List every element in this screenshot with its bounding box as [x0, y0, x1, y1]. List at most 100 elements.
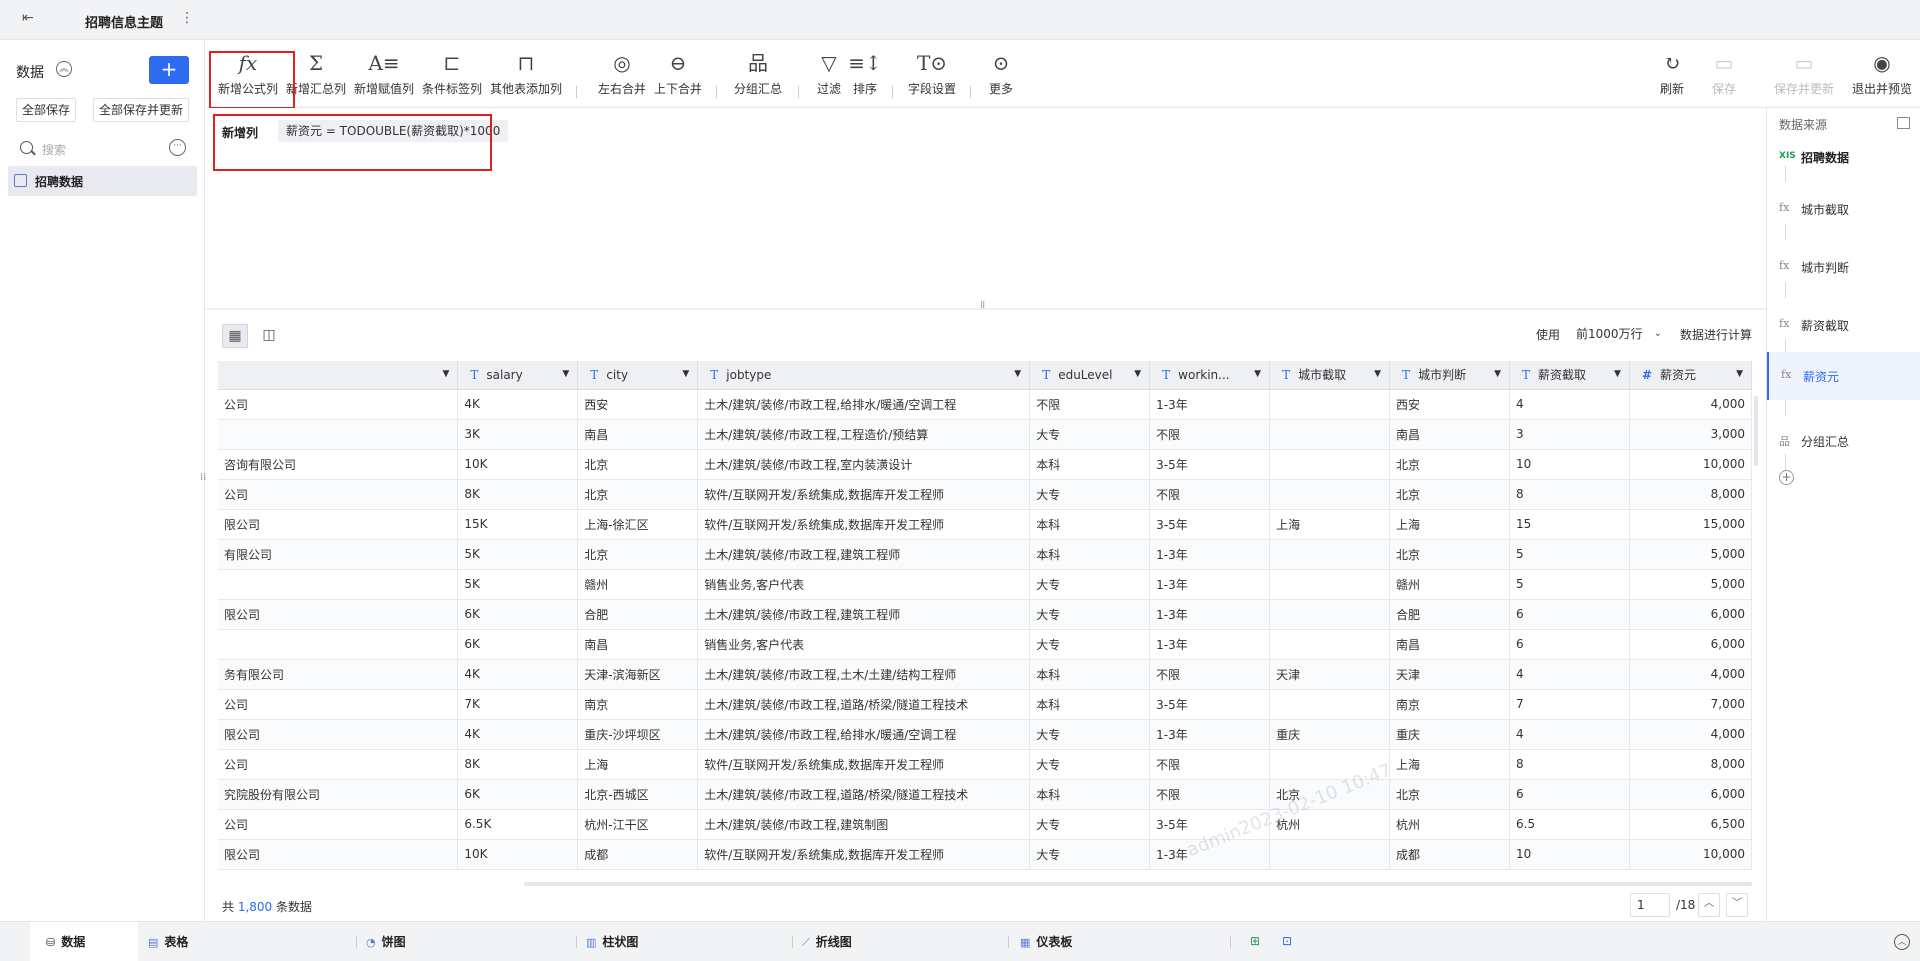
save-button[interactable]: ▭ 保存 [1706, 50, 1742, 102]
table-cell[interactable]: 公司 [218, 809, 459, 840]
table-cell[interactable]: 6 [1509, 599, 1630, 630]
table-cell[interactable]: 北京 [577, 539, 699, 570]
table-cell[interactable] [1269, 389, 1391, 420]
column-resize-handle[interactable]: ⁞⁞ [200, 472, 206, 483]
table-cell[interactable]: 不限 [1149, 659, 1271, 690]
table-cell[interactable]: 公司 [218, 479, 459, 510]
table-cell[interactable]: 1-3年 [1149, 719, 1271, 750]
add-dataset-button[interactable]: + [149, 56, 189, 84]
column-header[interactable]: Tjobtype ▼ [697, 361, 1031, 390]
table-cell[interactable]: 4,000 [1629, 389, 1752, 420]
column-menu-icon[interactable]: ▼ [1134, 369, 1141, 379]
table-cell[interactable]: 10K [457, 449, 579, 480]
refresh-button[interactable]: ↻ 刷新 [1654, 50, 1690, 102]
table-cell[interactable]: 大专 [1029, 749, 1151, 780]
merge-left-right-button[interactable]: ◎ 左右合并 [596, 50, 648, 102]
table-cell[interactable] [1269, 839, 1391, 870]
table-cell[interactable]: 限公司 [218, 719, 459, 750]
next-page-button[interactable]: ﹀ [1726, 893, 1748, 917]
table-cell[interactable]: 上海 [1269, 509, 1391, 540]
exit-preview-button[interactable]: ◉ 退出并预览 [1850, 50, 1914, 102]
save-update-button[interactable]: ▭ 保存并更新 [1772, 50, 1836, 102]
table-cell[interactable]: 8,000 [1629, 749, 1752, 780]
table-cell[interactable]: 北京 [1389, 479, 1510, 510]
table-cell[interactable]: 公司 [218, 749, 459, 780]
column-header[interactable]: ▼ [218, 361, 459, 390]
tab-pie[interactable]: ◔ 饼图 [366, 922, 406, 961]
collapse-up-icon[interactable]: ︿ [1894, 934, 1910, 950]
column-header[interactable]: # 薪资元 ▼ [1629, 361, 1752, 390]
table-cell[interactable]: 天津 [1389, 659, 1510, 690]
table-cell[interactable]: 南昌 [577, 629, 699, 660]
column-header[interactable]: T 薪资截取 ▼ [1509, 361, 1630, 390]
table-cell[interactable]: 南京 [577, 689, 699, 720]
table-cell[interactable]: 土木/建筑/装修/市政工程,工程造价/预结算 [697, 419, 1031, 450]
table-cell[interactable]: 土木/建筑/装修/市政工程,建筑制图 [697, 809, 1031, 840]
dataset-item[interactable]: 招聘数据 [8, 166, 197, 196]
table-cell[interactable]: 4,000 [1629, 659, 1752, 690]
table-cell[interactable]: 8,000 [1629, 479, 1752, 510]
table-cell[interactable]: 4 [1509, 659, 1630, 690]
table-cell[interactable]: 5,000 [1629, 569, 1752, 600]
layout-toggle-icon[interactable] [1897, 117, 1910, 129]
table-cell[interactable]: 3-5年 [1149, 509, 1271, 540]
table-cell[interactable]: 土木/建筑/装修/市政工程,建筑工程师 [697, 539, 1031, 570]
table-cell[interactable]: 本科 [1029, 449, 1151, 480]
add-assign-column-button[interactable]: A≡ 新增赋值列 [352, 50, 416, 102]
table-cell[interactable]: 6K [457, 779, 579, 810]
table-cell[interactable]: 1-3年 [1149, 389, 1271, 420]
table-cell[interactable]: 4K [457, 659, 579, 690]
prev-page-button[interactable]: ︿ [1698, 893, 1720, 917]
table-cell[interactable]: 土木/建筑/装修/市政工程,给排水/暖通/空调工程 [697, 389, 1031, 420]
table-cell[interactable]: 合肥 [1389, 599, 1510, 630]
save-all-update-button[interactable]: 全部保存并更新 [93, 98, 189, 122]
table-cell[interactable]: 7 [1509, 689, 1630, 720]
table-cell[interactable]: 公司 [218, 689, 459, 720]
row-limit-select[interactable]: 前1000万行 ⌄ [1568, 322, 1668, 346]
table-cell[interactable]: 重庆 [1389, 719, 1510, 750]
table-cell[interactable]: 成都 [1389, 839, 1510, 870]
table-cell[interactable] [218, 419, 459, 450]
table-cell[interactable]: 10,000 [1629, 839, 1752, 870]
table-cell[interactable]: 西安 [577, 389, 699, 420]
flow-node-active[interactable]: fx 薪资元 [1767, 352, 1920, 400]
table-cell[interactable]: 土木/建筑/装修/市政工程,道路/桥梁/隧道工程技术 [697, 779, 1031, 810]
column-header[interactable]: Tcity ▼ [577, 361, 699, 390]
table-cell[interactable]: 大专 [1029, 599, 1151, 630]
table-cell[interactable]: 北京 [1389, 449, 1510, 480]
table-cell[interactable]: 南昌 [1389, 419, 1510, 450]
table-cell[interactable]: 5 [1509, 569, 1630, 600]
tab-dashboard[interactable]: ▦ 仪表板 [1020, 922, 1072, 961]
table-cell[interactable]: 本科 [1029, 509, 1151, 540]
table-cell[interactable]: 4 [1509, 719, 1630, 750]
table-cell[interactable]: 1-3年 [1149, 629, 1271, 660]
table-cell[interactable]: 上海 [1389, 749, 1510, 780]
flow-node-step[interactable]: fx 城市判断 [1767, 246, 1920, 288]
table-cell[interactable]: 6.5 [1509, 809, 1630, 840]
table-cell[interactable]: 3K [457, 419, 579, 450]
table-cell[interactable]: 杭州 [1389, 809, 1510, 840]
table-cell[interactable]: 10 [1509, 449, 1630, 480]
table-cell[interactable]: 6K [457, 599, 579, 630]
sort-button[interactable]: ≡↕ 排序 [848, 50, 882, 102]
table-cell[interactable]: 1-3年 [1149, 599, 1271, 630]
table-cell[interactable]: 上海-徐汇区 [577, 509, 699, 540]
table-cell[interactable]: 赣州 [577, 569, 699, 600]
column-header[interactable]: TeduLevel ▼ [1029, 361, 1151, 390]
table-cell[interactable]: 1-3年 [1149, 569, 1271, 600]
table-cell[interactable]: 北京 [577, 449, 699, 480]
table-cell[interactable]: 上海 [577, 749, 699, 780]
table-cell[interactable]: 7,000 [1629, 689, 1752, 720]
table-cell[interactable]: 土木/建筑/装修/市政工程,建筑工程师 [697, 599, 1031, 630]
column-menu-icon[interactable]: ▼ [1374, 369, 1381, 379]
table-cell[interactable]: 8 [1509, 749, 1630, 780]
table-cell[interactable]: 软件/互联网开发/系统集成,数据库开发工程师 [697, 509, 1031, 540]
table-cell[interactable]: 务有限公司 [218, 659, 459, 690]
table-cell[interactable] [1269, 599, 1391, 630]
table-cell[interactable] [1269, 419, 1391, 450]
tab-data[interactable]: ⛁ 数据 [30, 922, 138, 961]
column-header[interactable]: T 城市截取 ▼ [1269, 361, 1391, 390]
table-cell[interactable]: 5,000 [1629, 539, 1752, 570]
table-cell[interactable]: 天津 [1269, 659, 1391, 690]
table-cell[interactable]: 不限 [1149, 779, 1271, 810]
